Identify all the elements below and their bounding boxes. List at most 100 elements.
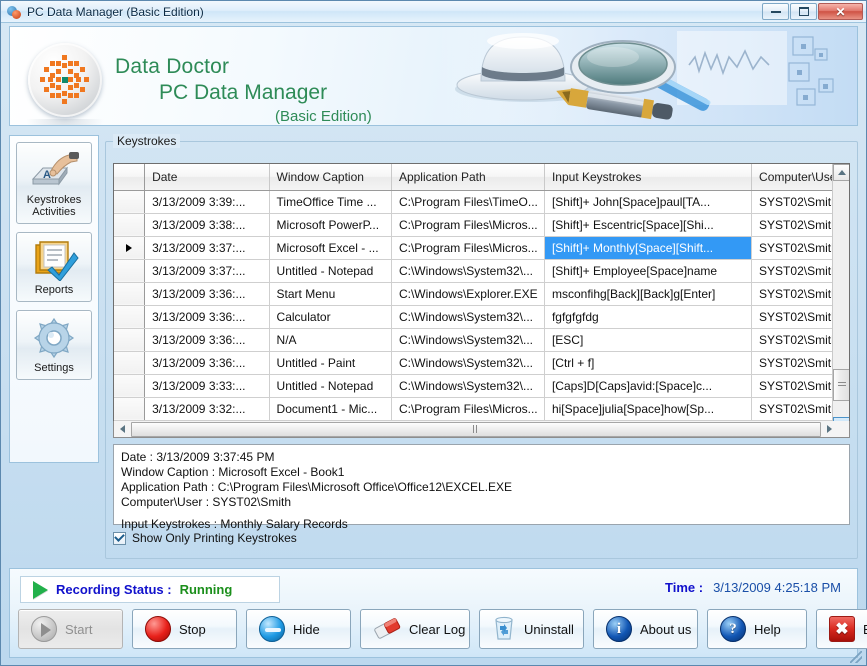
cell-application-path[interactable]: C:\Windows\System32\... [391, 328, 544, 351]
help-button[interactable]: ? Help [707, 609, 807, 649]
stop-circle-icon [145, 616, 171, 642]
clear-log-button[interactable]: Clear Log [360, 609, 470, 649]
show-only-printing-keystrokes-checkbox[interactable] [113, 532, 126, 545]
keystrokes-grid[interactable]: Date Window Caption Application Path Inp… [113, 163, 850, 435]
hide-button[interactable]: Hide [246, 609, 351, 649]
bottom-panel: Recording Status : Running Time : 3/13/2… [9, 568, 858, 658]
start-button[interactable]: Start [18, 609, 123, 649]
cell-window-caption[interactable]: TimeOffice Time ... [269, 190, 391, 213]
resize-grip[interactable] [850, 651, 862, 663]
table-row[interactable]: 3/13/2009 3:36:... Calculator C:\Windows… [114, 305, 849, 328]
sidebar-item-reports[interactable]: Reports [16, 232, 92, 302]
sidebar-item-keystrokes-activities[interactable]: A Keystrokes Activities [16, 142, 92, 224]
cell-input-keystrokes[interactable]: hi[Space]julia[Space]how[Sp... [544, 397, 751, 420]
table-row[interactable]: 3/13/2009 3:38:... Microsoft PowerP... C… [114, 213, 849, 236]
row-marker[interactable] [114, 397, 145, 420]
cell-application-path[interactable]: C:\Program Files\Micros... [391, 236, 544, 259]
table-row[interactable]: 3/13/2009 3:33:... Untitled - Notepad C:… [114, 374, 849, 397]
stop-button[interactable]: Stop [132, 609, 237, 649]
col-header-window-caption[interactable]: Window Caption [269, 164, 391, 190]
brand-line-3: (Basic Edition) [275, 108, 445, 125]
table-row[interactable]: 3/13/2009 3:39:... TimeOffice Time ... C… [114, 190, 849, 213]
close-icon: ✕ [835, 6, 845, 18]
cell-input-keystrokes[interactable]: fgfgfgfdg [544, 305, 751, 328]
minimize-button[interactable] [762, 3, 789, 20]
col-header-rowmarker[interactable] [114, 164, 145, 190]
row-marker[interactable] [114, 374, 145, 397]
cell-window-caption[interactable]: Calculator [269, 305, 391, 328]
row-marker-current[interactable] [114, 236, 145, 259]
cell-window-caption[interactable]: Untitled - Notepad [269, 374, 391, 397]
cell-application-path[interactable]: C:\Windows\System32\... [391, 374, 544, 397]
cell-window-caption[interactable]: Untitled - Paint [269, 351, 391, 374]
brand-block: Data Doctor PC Data Manager (Basic Editi… [115, 55, 445, 125]
keystrokes-table: Date Window Caption Application Path Inp… [114, 164, 849, 435]
cell-input-keystrokes[interactable]: [ESC] [544, 328, 751, 351]
col-header-input-keystrokes[interactable]: Input Keystrokes [544, 164, 751, 190]
cell-input-keystrokes[interactable]: [Shift]+ John[Space]paul[TA... [544, 190, 751, 213]
row-marker[interactable] [114, 190, 145, 213]
cell-input-keystrokes[interactable]: [Caps]D[Caps]avid:[Space]c... [544, 374, 751, 397]
scroll-left-button[interactable] [114, 422, 130, 437]
scroll-right-button[interactable] [821, 422, 837, 437]
cell-window-caption[interactable]: Start Menu [269, 282, 391, 305]
cell-date[interactable]: 3/13/2009 3:39:... [145, 190, 269, 213]
cell-window-caption[interactable]: N/A [269, 328, 391, 351]
cell-input-keystrokes[interactable]: [Shift]+ Employee[Space]name [544, 259, 751, 282]
cell-application-path[interactable]: C:\Windows\Explorer.EXE [391, 282, 544, 305]
col-header-date[interactable]: Date [145, 164, 269, 190]
cell-window-caption[interactable]: Microsoft PowerP... [269, 213, 391, 236]
row-marker[interactable] [114, 328, 145, 351]
cell-input-keystrokes[interactable]: [Ctrl + f] [544, 351, 751, 374]
row-marker[interactable] [114, 282, 145, 305]
logo-reflection [26, 119, 104, 126]
about-us-button[interactable]: i About us [593, 609, 698, 649]
cell-date[interactable]: 3/13/2009 3:33:... [145, 374, 269, 397]
cell-window-caption[interactable]: Document1 - Mic... [269, 397, 391, 420]
show-only-printing-keystrokes-row[interactable]: Show Only Printing Keystrokes [113, 531, 297, 545]
table-row[interactable]: 3/13/2009 3:36:... N/A C:\Windows\System… [114, 328, 849, 351]
cell-date[interactable]: 3/13/2009 3:38:... [145, 213, 269, 236]
cell-date[interactable]: 3/13/2009 3:36:... [145, 282, 269, 305]
row-marker[interactable] [114, 213, 145, 236]
sidebar-item-settings[interactable]: Settings [16, 310, 92, 380]
hide-button-label: Hide [293, 622, 320, 637]
cell-date[interactable]: 3/13/2009 3:37:... [145, 259, 269, 282]
maximize-button[interactable] [790, 3, 817, 20]
grid-horizontal-scrollbar[interactable] [113, 421, 850, 438]
cell-window-caption[interactable]: Microsoft Excel - ... [269, 236, 391, 259]
close-button[interactable]: ✕ [818, 3, 863, 20]
scroll-up-button[interactable] [833, 164, 850, 181]
vertical-scrollbar-thumb[interactable] [833, 369, 850, 401]
row-marker[interactable] [114, 305, 145, 328]
cell-application-path[interactable]: C:\Windows\System32\... [391, 305, 544, 328]
time-label: Time : [665, 580, 703, 595]
table-row[interactable]: 3/13/2009 3:37:... Untitled - Notepad C:… [114, 259, 849, 282]
cell-application-path[interactable]: C:\Program Files\Micros... [391, 213, 544, 236]
recording-status-value: Running [180, 582, 233, 597]
row-marker[interactable] [114, 259, 145, 282]
uninstall-button[interactable]: Uninstall [479, 609, 584, 649]
cell-input-keystrokes[interactable]: msconfihg[Back][Back]g[Enter] [544, 282, 751, 305]
grid-vertical-scrollbar[interactable] [832, 164, 849, 434]
cell-application-path[interactable]: C:\Program Files\Micros... [391, 397, 544, 420]
table-row[interactable]: 3/13/2009 3:32:... Document1 - Mic... C:… [114, 397, 849, 420]
table-row[interactable]: 3/13/2009 3:36:... Untitled - Paint C:\W… [114, 351, 849, 374]
table-row-selected[interactable]: 3/13/2009 3:37:... Microsoft Excel - ...… [114, 236, 849, 259]
row-marker[interactable] [114, 351, 145, 374]
cell-date[interactable]: 3/13/2009 3:36:... [145, 305, 269, 328]
cell-input-keystrokes[interactable]: [Shift]+ Escentric[Space][Shi... [544, 213, 751, 236]
cell-application-path[interactable]: C:\Windows\System32\... [391, 259, 544, 282]
cell-date[interactable]: 3/13/2009 3:36:... [145, 351, 269, 374]
table-row[interactable]: 3/13/2009 3:36:... Start Menu C:\Windows… [114, 282, 849, 305]
cell-date[interactable]: 3/13/2009 3:32:... [145, 397, 269, 420]
cell-window-caption[interactable]: Untitled - Notepad [269, 259, 391, 282]
horizontal-scrollbar-thumb[interactable] [131, 422, 821, 437]
exit-button[interactable]: ✖ Exit [816, 609, 867, 649]
cell-date[interactable]: 3/13/2009 3:36:... [145, 328, 269, 351]
cell-input-keystrokes-selected[interactable]: [Shift]+ Monthly[Space][Shift... [544, 236, 751, 259]
cell-application-path[interactable]: C:\Windows\System32\... [391, 351, 544, 374]
col-header-application-path[interactable]: Application Path [391, 164, 544, 190]
cell-date[interactable]: 3/13/2009 3:37:... [145, 236, 269, 259]
cell-application-path[interactable]: C:\Program Files\TimeO... [391, 190, 544, 213]
